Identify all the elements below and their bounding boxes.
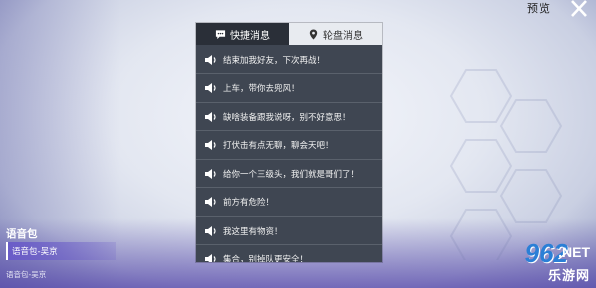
voice-pack-current-label: 语音包-吴京 [6, 270, 47, 279]
speaker-icon [205, 54, 216, 65]
watermark-site: 乐游网 [547, 269, 590, 284]
message-text: 缺啥装备跟我说呀，别不好意思！ [223, 112, 351, 123]
message-text: 给你一个三级头，我们就是哥们了！ [223, 169, 360, 180]
message-text: 结束加我好友，下次再战！ [223, 55, 326, 66]
watermark-suffix: .NET [558, 244, 590, 260]
message-text: 上车，带你去兜风！ [223, 84, 300, 94]
close-button[interactable] [568, 0, 590, 19]
message-item[interactable]: 缺啥装备跟我说呀，别不好意思！ [196, 103, 382, 131]
message-text: 前方有危险！ [223, 198, 275, 208]
speaker-icon [205, 168, 216, 179]
tab-wheel-messages-label: 轮盘消息 [323, 30, 363, 42]
message-text: 我这里有物资！ [223, 226, 283, 237]
message-panel: 快捷消息 轮盘消息 结束加我好友，下次再战！ 上车，带你去兜风！ 缺啥装备跟我说呀，… [196, 23, 382, 262]
message-item[interactable]: 我这里有物资！ [196, 217, 382, 245]
speaker-icon [205, 254, 216, 262]
voice-pack-selected-label: 语音包-吴京 [12, 247, 58, 257]
message-item[interactable]: 前方有危险！ [196, 189, 382, 217]
message-item[interactable]: 打伏击有点无聊，聊会天吧！ [196, 132, 382, 160]
voice-pack-selector[interactable]: 语音包-吴京 [6, 242, 116, 260]
tab-wheel-messages[interactable]: 轮盘消息 [289, 23, 382, 45]
message-tabs: 快捷消息 轮盘消息 [196, 23, 382, 45]
location-pin-icon [309, 28, 318, 40]
speaker-icon [205, 197, 216, 207]
background-hex-pattern [449, 69, 563, 260]
message-item[interactable]: 上车，带你去兜风！ [196, 75, 382, 103]
message-text: 打伏击有点无聊，聊会天吧！ [223, 141, 334, 151]
speaker-icon [205, 111, 216, 122]
speaker-icon [205, 225, 216, 236]
message-item[interactable]: 结束加我好友，下次再战！ [196, 46, 382, 74]
tab-quick-messages-label: 快捷消息 [230, 30, 270, 42]
speaker-icon [205, 140, 216, 150]
speaker-icon [205, 83, 216, 93]
voice-pack-title: 语音包 [6, 228, 38, 240]
chat-bubble-icon [215, 29, 226, 39]
message-item[interactable]: 给你一个三级头，我们就是哥们了！ [196, 160, 382, 188]
close-icon [571, 0, 587, 17]
site-watermark: 962 .NET 乐游网 [490, 238, 590, 284]
message-item[interactable]: 集合，别掉队更安全！ [196, 246, 382, 262]
message-text: 集合，别掉队更安全！ [223, 255, 309, 262]
preview-button[interactable]: 预览 [527, 0, 551, 16]
tab-quick-messages[interactable]: 快捷消息 [196, 23, 289, 45]
